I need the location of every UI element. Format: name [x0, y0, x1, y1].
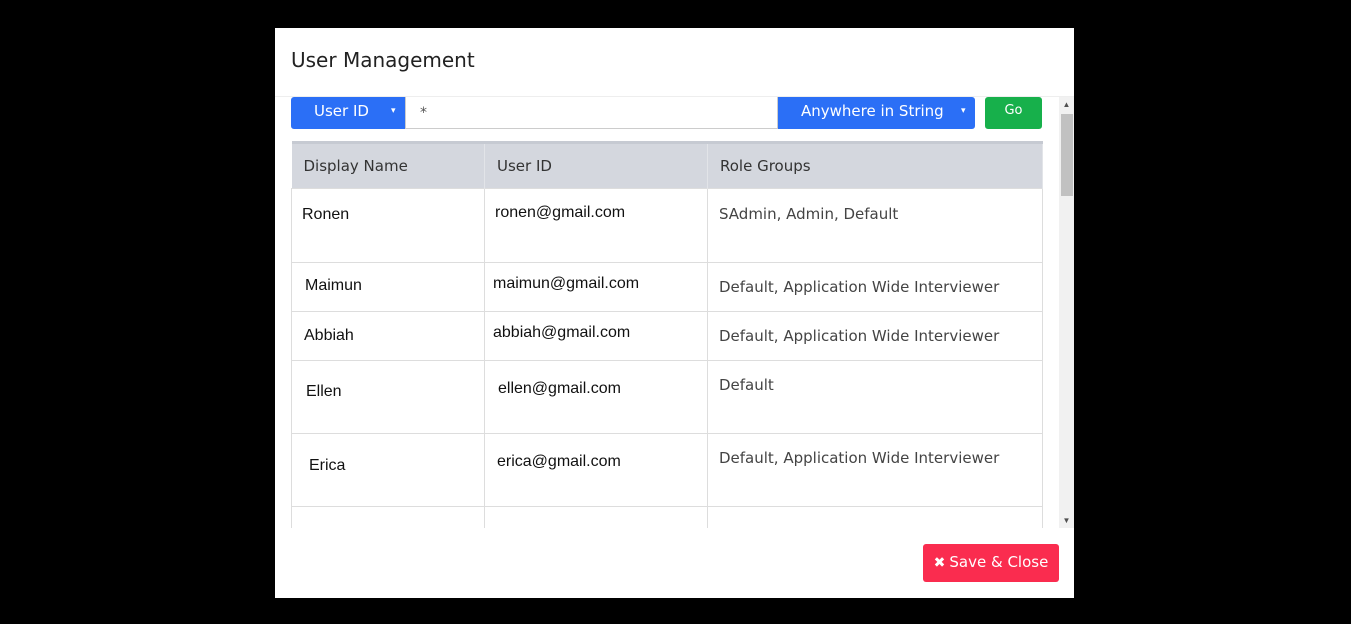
users-table-wrap: Display Name User ID Role Groups Ronen r…: [291, 141, 1043, 528]
table-cell: Ellen: [291, 360, 485, 434]
role-groups: Default: [719, 376, 774, 394]
user-id: maimun@gmail.com: [493, 275, 640, 292]
users-table: Display Name User ID Role Groups Ronen r…: [291, 141, 1043, 528]
search-field-label: User ID: [314, 102, 369, 120]
table-cell: ellen@gmail.com: [484, 360, 708, 434]
table-cell: [707, 506, 1043, 528]
table-cell: abbiah@gmail.com: [484, 311, 708, 361]
user-id: abbiah@gmail.com: [493, 324, 631, 341]
vertical-scrollbar[interactable]: ▲ ▼: [1059, 97, 1074, 528]
table-cell: maimun@gmail.com: [484, 262, 708, 312]
display-name: Abbiah: [304, 327, 354, 344]
chevron-down-icon: ▾: [391, 106, 396, 116]
table-row[interactable]: Erica erica@gmail.com Default, Applicati…: [291, 433, 1043, 507]
table-cell: [484, 506, 708, 528]
close-icon: ✖: [933, 555, 946, 571]
table-cell: Ronen: [291, 188, 485, 263]
role-groups: Default, Application Wide Interviewer: [719, 327, 1000, 345]
modal-footer: ✖ Save & Close: [275, 528, 1074, 598]
table-cell: Default: [707, 360, 1043, 434]
chevron-down-icon: ▾: [961, 106, 966, 116]
scroll-thumb[interactable]: [1061, 114, 1073, 196]
user-id: ronen@gmail.com: [495, 204, 626, 221]
display-name: Erica: [309, 457, 346, 474]
column-header-role-groups[interactable]: Role Groups: [707, 141, 1043, 189]
display-name: Maimun: [305, 277, 362, 294]
match-mode-select[interactable]: Anywhere in String ▾: [778, 97, 975, 129]
table-cell: Abbiah: [291, 311, 485, 361]
modal-body[interactable]: User ID ▾ Anywhere in String ▾ Go Displa…: [275, 96, 1074, 528]
scroll-down-arrow-icon[interactable]: ▼: [1059, 513, 1074, 528]
role-groups: Default, Application Wide Interviewer: [719, 278, 1000, 296]
modal-title: User Management: [291, 48, 475, 72]
scroll-up-arrow-icon[interactable]: ▲: [1059, 97, 1074, 112]
role-groups: Default, Application Wide Interviewer: [719, 449, 1000, 467]
display-name: Ellen: [306, 383, 342, 400]
table-cell: Maimun: [291, 262, 485, 312]
table-row[interactable]: Maimun maimun@gmail.com Default, Applica…: [291, 262, 1043, 312]
save-close-button[interactable]: ✖ Save & Close: [923, 544, 1059, 582]
search-field-select[interactable]: User ID ▾: [291, 97, 405, 129]
column-header-user-id[interactable]: User ID: [484, 141, 708, 189]
user-management-modal: User Management User ID ▾ Anywhere in St…: [275, 28, 1074, 598]
table-cell: Default, Application Wide Interviewer: [707, 262, 1043, 312]
table-cell: ronen@gmail.com: [484, 188, 708, 263]
search-input[interactable]: [405, 97, 778, 129]
table-cell: [291, 506, 485, 528]
table-row[interactable]: Ellen ellen@gmail.com Default: [291, 360, 1043, 434]
match-mode-label: Anywhere in String: [801, 102, 944, 120]
display-name: Ronen: [302, 206, 350, 223]
role-groups: SAdmin, Admin, Default: [719, 205, 899, 223]
user-id: ellen@gmail.com: [498, 380, 621, 397]
user-id: erica@gmail.com: [497, 453, 621, 470]
search-bar: User ID ▾ Anywhere in String ▾ Go: [291, 97, 1042, 129]
table-cell: SAdmin, Admin, Default: [707, 188, 1043, 263]
table-row[interactable]: Ronen ronen@gmail.com SAdmin, Admin, Def…: [291, 188, 1043, 263]
table-cell: Default, Application Wide Interviewer: [707, 311, 1043, 361]
table-cell: erica@gmail.com: [484, 433, 708, 507]
go-button[interactable]: Go: [985, 97, 1042, 129]
table-cell: Default, Application Wide Interviewer: [707, 433, 1043, 507]
column-header-display-name[interactable]: Display Name: [291, 141, 485, 189]
table-header-row: Display Name User ID Role Groups: [291, 141, 1043, 189]
table-row[interactable]: Abbiah abbiah@gmail.com Default, Applica…: [291, 311, 1043, 361]
table-row[interactable]: [291, 506, 1043, 528]
save-close-label: Save & Close: [949, 553, 1049, 571]
table-cell: Erica: [291, 433, 485, 507]
